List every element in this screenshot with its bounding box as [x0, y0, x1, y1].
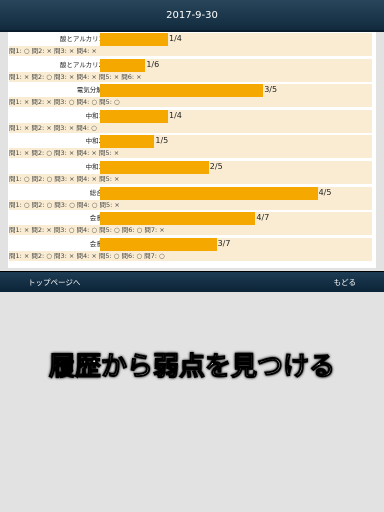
score-ratio: 3/7 [217, 238, 231, 248]
result-row: 中和3: 2/5 問1: ○ 問2: ○ 問3: × 問4: × 問5: × [8, 160, 376, 185]
result-row: 会意: 4/7 問1: × 問2: × 問3: ○ 問4: ○ 問5: ○ 問6: … [8, 211, 376, 236]
score-bar [100, 33, 168, 46]
promo-caption: 履歴から弱点を見つける [48, 352, 335, 383]
row-label: 酸とアルカリ2: [59, 60, 105, 69]
score-ratio: 4/7 [256, 213, 270, 223]
score-ratio: 2/5 [209, 162, 223, 171]
answer-detail: 問1: ○ 問2: ○ 問3: × 問4: × 問5: × [9, 174, 372, 184]
score-ratio: 3/5 [264, 85, 278, 95]
score-ratio: 4/5 [318, 187, 332, 197]
result-row: 酸とアルカリ1: 1/4 問1: ○ 問2: × 問3: × 問4: × [8, 32, 376, 57]
result-row: 中和2: 1/5 問1: × 問2: ○ 問3: × 問4: × 問5: × [8, 134, 376, 159]
answer-detail: 問1: × 問2: ○ 問3: × 問4: × 問5: × [9, 148, 372, 159]
score-bar [100, 135, 155, 149]
answer-detail: 問1: × 問2: × 問3: × 問4: ○ [9, 122, 372, 133]
score-ratio: 1/4 [169, 34, 182, 43]
answer-detail: 問1: × 問2: × 問3: ○ 問4: ○ 問5: ○ [9, 97, 372, 108]
app-header: 2017-9-30 [0, 0, 384, 32]
score-bar [100, 58, 146, 72]
answer-detail: 問1: × 問2: × 問3: ○ 問4: ○ 問5: ○ 問6: ○ 問7: … [9, 225, 372, 236]
result-row: 電気分解: 3/5 問1: × 問2: × 問3: ○ 問4: ○ 問5: ○ [8, 83, 376, 108]
score-bar [100, 212, 256, 226]
answer-detail: 問1: ○ 問2: × 問3: × 問4: × [9, 46, 372, 56]
score-ratio: 1/6 [146, 59, 160, 69]
result-row: 会意: 3/7 問1: × 問2: ○ 問3: × 問4: × 問5: ○ 問6: … [8, 237, 376, 262]
result-row: 総合: 4/5 問1: ○ 問2: ○ 問3: ○ 問4: ○ 問5: × [8, 186, 376, 211]
result-row: 酸とアルカリ2: 1/6 問1: × 問2: ○ 問3: × 問4: × 問5: ×… [8, 58, 376, 83]
score-ratio: 1/4 [169, 110, 182, 120]
history-panel: 酸とアルカリ1: 1/4 問1: ○ 問2: × 問3: × 問4: × 酸とアルカリ… [8, 32, 376, 268]
score-bar [100, 109, 168, 123]
app-footer: トップページへ もどる [0, 271, 384, 292]
score-ratio: 1/5 [155, 136, 169, 146]
score-bar [100, 237, 217, 251]
score-bar [100, 186, 318, 200]
top-page-link[interactable]: トップページへ [28, 277, 80, 288]
result-row: 中和1: 1/4 問1: × 問2: × 問3: × 問4: ○ [8, 109, 376, 134]
answer-detail: 問1: × 問2: ○ 問3: × 問4: × 問5: ○ 問6: ○ 問7: … [9, 250, 372, 261]
page-title: 2017-9-30 [166, 9, 218, 21]
score-bar [100, 84, 264, 98]
answer-detail: 問1: × 問2: ○ 問3: × 問4: × 問5: × 問6: × [9, 71, 372, 82]
back-button[interactable]: もどる [334, 277, 356, 288]
row-label: 酸とアルカリ1: [59, 35, 105, 43]
answer-detail: 問1: ○ 問2: ○ 問3: ○ 問4: ○ 問5: × [9, 199, 372, 210]
score-bar [100, 161, 209, 174]
